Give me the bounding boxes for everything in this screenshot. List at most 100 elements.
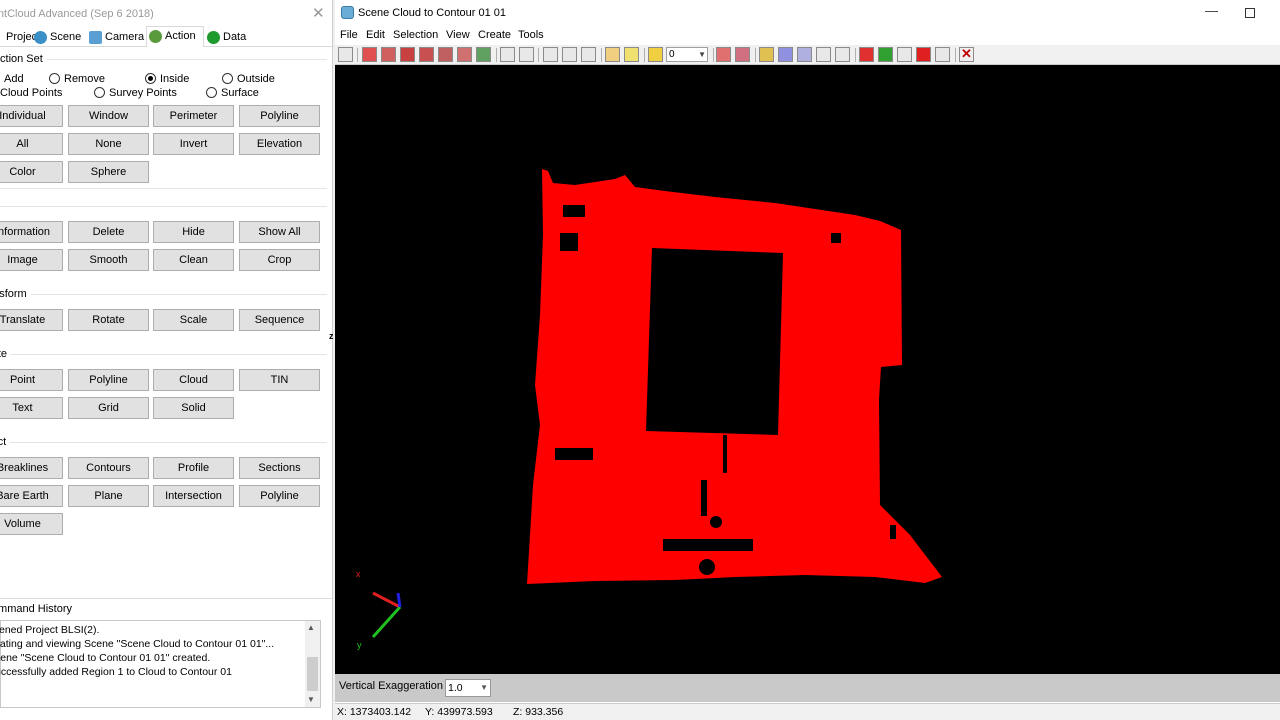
edit-tool-icon[interactable]	[835, 47, 850, 62]
tin-button[interactable]: TIN	[239, 369, 320, 391]
arrow-tool-icon[interactable]	[916, 47, 931, 62]
outside-radio[interactable]: Outside	[222, 73, 275, 85]
view-bottom-icon[interactable]	[457, 47, 472, 62]
loop-tool-icon[interactable]	[935, 47, 950, 62]
scroll-up-icon[interactable]: ▲	[307, 623, 315, 632]
delete-button[interactable]: Delete	[68, 221, 149, 243]
none-button[interactable]: None	[68, 133, 149, 155]
elevation-button[interactable]: Elevation	[239, 133, 320, 155]
view-iso-icon[interactable]	[476, 47, 491, 62]
all-button[interactable]: All	[0, 133, 63, 155]
volume-button[interactable]: Volume	[0, 513, 63, 535]
vertical-exaggeration-combo[interactable]: 1.0 ▼	[445, 679, 491, 697]
menu-selection[interactable]: Selection	[393, 28, 438, 42]
sequence-button[interactable]: Sequence	[239, 309, 320, 331]
menu-view[interactable]: View	[446, 28, 470, 42]
view-left-icon[interactable]	[400, 47, 415, 62]
splitter-z-label: z	[329, 331, 334, 341]
remove-radio[interactable]: Remove	[49, 73, 105, 85]
rotate-button[interactable]: Rotate	[68, 309, 149, 331]
zoom-in-icon[interactable]	[543, 47, 558, 62]
text-button[interactable]: Text	[0, 397, 63, 419]
maximize-icon[interactable]	[1245, 8, 1255, 18]
hide-button[interactable]: Hide	[153, 221, 234, 243]
point-button[interactable]: Point	[0, 369, 63, 391]
intersection-button[interactable]: Intersection	[153, 485, 234, 507]
sections-button[interactable]: Sections	[239, 457, 320, 479]
add-radio[interactable]: Add	[0, 73, 24, 85]
menu-edit[interactable]: Edit	[366, 28, 385, 42]
section-tool-icon[interactable]	[816, 47, 831, 62]
zoom-extents-icon[interactable]	[581, 47, 596, 62]
profile-button[interactable]: Profile	[153, 457, 234, 479]
invert-button[interactable]: Invert	[153, 133, 234, 155]
information-button[interactable]: Information	[0, 221, 63, 243]
measure-icon[interactable]	[605, 47, 620, 62]
cloud-gap	[890, 525, 896, 539]
translate-button[interactable]: Translate	[0, 309, 63, 331]
screenshot-icon[interactable]	[716, 47, 731, 62]
history-scrollbar[interactable]: ▲ ▼	[305, 621, 320, 707]
cancel-icon[interactable]: ✕	[959, 47, 974, 62]
menu-file[interactable]: File	[340, 28, 358, 42]
tab-scene[interactable]: Scene	[32, 28, 84, 47]
profile-tool-icon[interactable]	[797, 47, 812, 62]
survey-points-radio[interactable]: Survey Points	[94, 87, 177, 99]
green-tool-icon[interactable]	[878, 47, 893, 62]
surface-radio[interactable]: Surface	[206, 87, 259, 99]
individual-button[interactable]: Individual	[0, 105, 63, 127]
grid-button[interactable]: Grid	[68, 397, 149, 419]
menu-tools[interactable]: Tools	[518, 28, 544, 42]
window-button[interactable]: Window	[68, 105, 149, 127]
smooth-button[interactable]: Smooth	[68, 249, 149, 271]
show-all-button[interactable]: Show All	[239, 221, 320, 243]
view-right-icon[interactable]	[419, 47, 434, 62]
sphere-button[interactable]: Sphere	[68, 161, 149, 183]
layer-combo[interactable]: 0 ▼	[666, 47, 708, 62]
rotate-view-icon[interactable]	[500, 47, 515, 62]
scroll-down-icon[interactable]: ▼	[307, 695, 315, 704]
chart-tool-icon[interactable]	[778, 47, 793, 62]
target-icon[interactable]	[859, 47, 874, 62]
tab-project[interactable]: Project	[0, 28, 40, 47]
grid-tool-icon[interactable]	[759, 47, 774, 62]
view-back-icon[interactable]	[381, 47, 396, 62]
command-history-list[interactable]: Opened Project BLSI(2). Creating and vie…	[0, 620, 321, 708]
zoom-window-icon[interactable]	[562, 47, 577, 62]
breaklines-button[interactable]: Breaklines	[0, 457, 63, 479]
crop-button[interactable]: Crop	[239, 249, 320, 271]
cloud-points-radio[interactable]: Cloud Points	[0, 87, 62, 99]
3d-viewport[interactable]: x y	[335, 65, 1280, 674]
solid-button[interactable]: Solid	[153, 397, 234, 419]
polyline-create-button[interactable]: Polyline	[68, 369, 149, 391]
scale-button[interactable]: Scale	[153, 309, 234, 331]
image-button[interactable]: Image	[0, 249, 63, 271]
clean-button[interactable]: Clean	[153, 249, 234, 271]
color-button[interactable]: Color	[0, 161, 63, 183]
perimeter-button[interactable]: Perimeter	[153, 105, 234, 127]
bare-earth-button[interactable]: Bare Earth	[0, 485, 63, 507]
command-history-label: Command History	[0, 598, 332, 616]
tab-camera[interactable]: Camera	[87, 28, 145, 47]
view-top-icon[interactable]	[438, 47, 453, 62]
menu-create[interactable]: Create	[478, 28, 511, 42]
walk-tool-icon[interactable]	[897, 47, 912, 62]
polyline-extract-button[interactable]: Polyline	[239, 485, 320, 507]
contours-button[interactable]: Contours	[68, 457, 149, 479]
scroll-thumb[interactable]	[307, 657, 318, 691]
close-icon[interactable]: ✕	[312, 0, 325, 28]
tab-action[interactable]: Action	[146, 26, 204, 47]
inside-radio[interactable]: Inside	[145, 73, 189, 85]
print-icon[interactable]	[735, 47, 750, 62]
ruler-icon[interactable]	[624, 47, 639, 62]
plane-button[interactable]: Plane	[68, 485, 149, 507]
layers-icon[interactable]	[648, 47, 663, 62]
minimize-icon[interactable]: —	[1205, 3, 1218, 18]
pan-view-icon[interactable]	[519, 47, 534, 62]
cloud-button[interactable]: Cloud	[153, 369, 234, 391]
view-front-icon[interactable]	[362, 47, 377, 62]
history-line: Creating and viewing Scene "Scene Cloud …	[0, 638, 275, 650]
layout-icon[interactable]	[338, 47, 353, 62]
tab-data[interactable]: Data	[205, 28, 253, 47]
polyline-select-button[interactable]: Polyline	[239, 105, 320, 127]
